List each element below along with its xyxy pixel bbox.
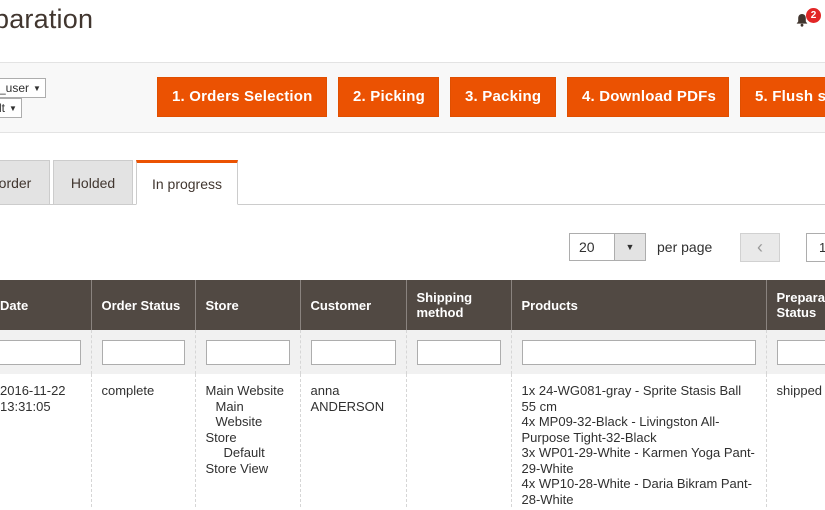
- notification-count-badge[interactable]: 2: [806, 8, 821, 23]
- per-page-value: 20: [579, 239, 595, 255]
- date-value: 2016-11-22: [0, 383, 66, 398]
- filter-cell: [0, 330, 91, 374]
- column-header-store[interactable]: Store: [194, 280, 300, 330]
- tab-in-progress[interactable]: In progress: [136, 160, 238, 205]
- orders-selection-button[interactable]: 1. Orders Selection: [157, 77, 327, 117]
- download-pdfs-button[interactable]: 4. Download PDFs: [567, 77, 729, 117]
- date-cell: 2016-11-22 13:31:05: [0, 374, 91, 507]
- per-page-label: per page: [657, 239, 713, 255]
- store-group-suffix: Store: [205, 429, 237, 445]
- store-cell: Main Website Main Website Store Default …: [194, 374, 300, 507]
- store-view: Default: [223, 445, 265, 460]
- filter-cell: [90, 330, 195, 374]
- column-header-customer[interactable]: Customer: [299, 280, 406, 330]
- store-filter-input[interactable]: [205, 339, 290, 365]
- preparation-status-filter-input[interactable]: [776, 339, 825, 365]
- chevron-down-icon[interactable]: ▼: [614, 234, 645, 260]
- time-value: 13:31:05: [0, 398, 51, 414]
- products-filter-input[interactable]: [521, 339, 756, 365]
- user-select-value: _user: [0, 81, 30, 95]
- shipping-method-filter-input[interactable]: [416, 339, 501, 365]
- previous-page-button[interactable]: ‹: [740, 233, 780, 262]
- filter-cell: [510, 330, 766, 374]
- product-line: 1x 24-WG081-gray - Sprite Stasis Ball 55…: [521, 383, 742, 414]
- customer-last-name: ANDERSON: [310, 398, 385, 414]
- column-header-date[interactable]: Date: [0, 280, 91, 330]
- filter-cell: [405, 330, 511, 374]
- per-page-select[interactable]: 20 ▼: [569, 233, 646, 261]
- product-line: 4x WP10-28-White - Daria Bikram Pant-28-…: [521, 476, 752, 507]
- website-select[interactable]: lt ▼: [0, 98, 22, 118]
- tab-order[interactable]: order: [0, 160, 50, 205]
- column-header-products[interactable]: Products: [510, 280, 766, 330]
- column-header-preparation-status[interactable]: Preparation Status: [765, 280, 825, 330]
- customer-cell: anna ANDERSON: [299, 374, 406, 507]
- dropdown-arrow-icon: ▼: [9, 104, 17, 113]
- products-cell: 1x 24-WG081-gray - Sprite Stasis Ball 55…: [510, 374, 766, 507]
- tab-holded[interactable]: Holded: [53, 160, 133, 205]
- packing-button[interactable]: 3. Packing: [450, 77, 556, 117]
- picking-button[interactable]: 2. Picking: [338, 77, 439, 117]
- user-select[interactable]: _user ▼: [0, 78, 46, 98]
- shipping-method-cell: [405, 374, 511, 507]
- filter-row: [0, 330, 825, 374]
- product-line: 4x MP09-32-Black - Livingston All-Purpos…: [521, 414, 720, 445]
- website-select-value: lt: [0, 101, 5, 115]
- date-filter-input[interactable]: [0, 339, 81, 365]
- order-status-filter-input[interactable]: [101, 339, 185, 365]
- column-header-shipping-method[interactable]: Shipping method: [405, 280, 511, 330]
- filter-cell: [299, 330, 406, 374]
- filter-cell: [194, 330, 300, 374]
- tabs-divider: [0, 204, 825, 205]
- store-view-suffix: Store View: [205, 460, 269, 476]
- product-line: 3x WP01-29-White - Karmen Yoga Pant-29-W…: [521, 445, 755, 476]
- dropdown-arrow-icon: ▼: [33, 84, 41, 93]
- flush-button[interactable]: 5. Flush sh: [740, 77, 825, 117]
- column-header-order-status[interactable]: Order Status: [90, 280, 195, 330]
- store-website: Main Website: [205, 383, 285, 398]
- orders-grid: Date Order Status Store Customer Shippin…: [0, 280, 825, 507]
- customer-first-name: anna: [310, 383, 340, 398]
- store-group: Main Website: [215, 398, 263, 430]
- table-row[interactable]: 2016-11-22 13:31:05 complete Main Websit…: [0, 374, 825, 507]
- current-page-input[interactable]: 1: [806, 233, 825, 262]
- filter-cell: [765, 330, 825, 374]
- grid-header-row: Date Order Status Store Customer Shippin…: [0, 280, 825, 330]
- order-status-cell: complete: [90, 374, 195, 507]
- preparation-status-cell: shipped: [765, 374, 825, 507]
- page-title: paration: [0, 4, 94, 34]
- customer-filter-input[interactable]: [310, 339, 396, 365]
